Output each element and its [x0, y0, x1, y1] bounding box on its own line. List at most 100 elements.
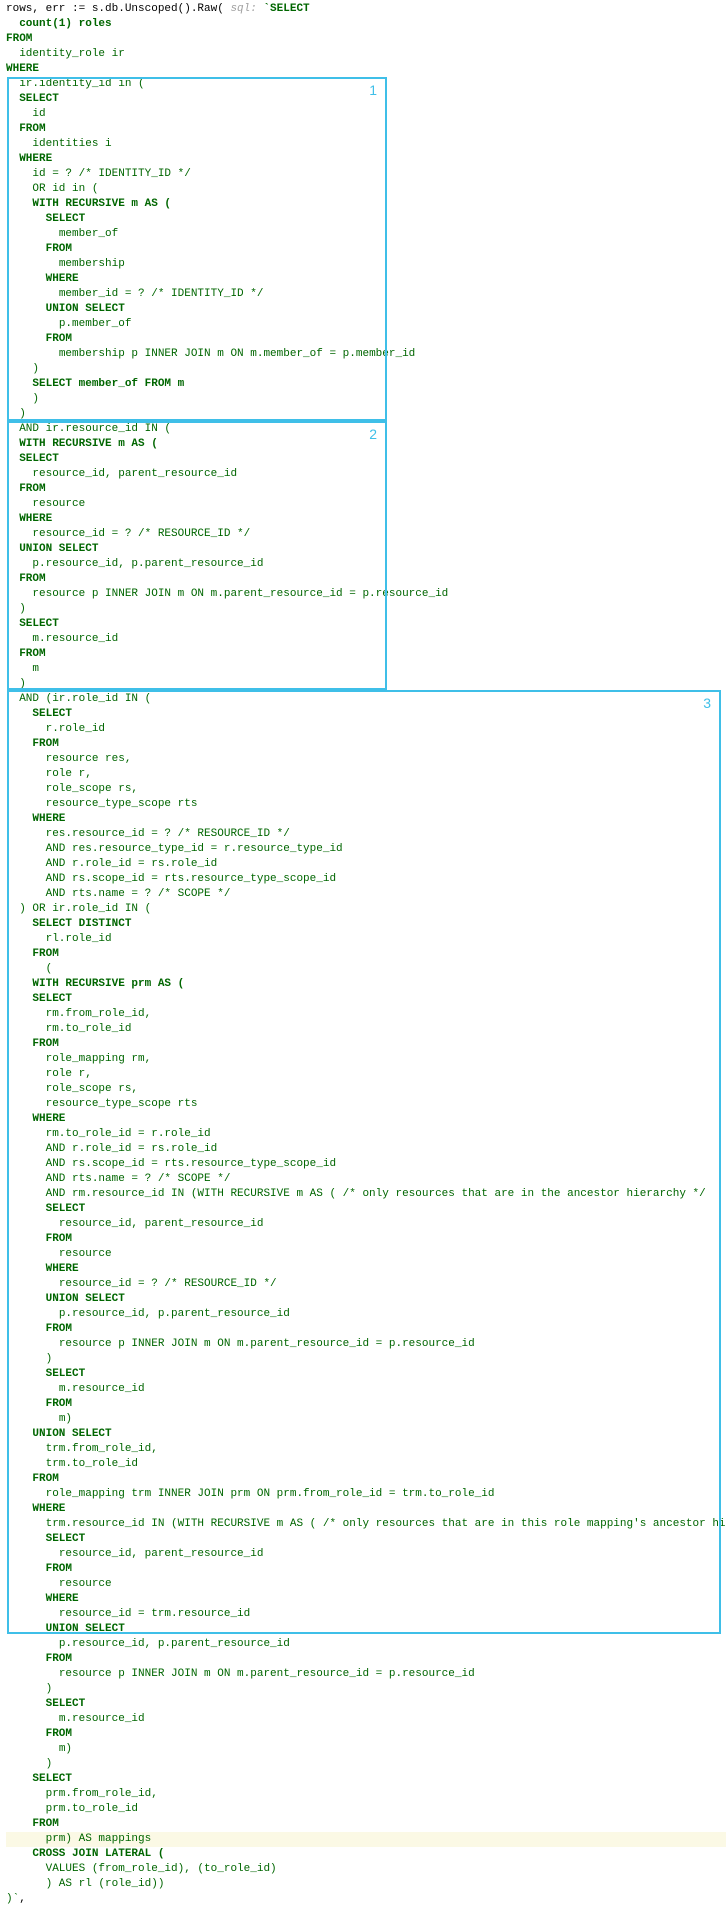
code-line[interactable]: AND res.resource_type_id = r.resource_ty… — [6, 842, 726, 857]
code-line[interactable]: AND rs.scope_id = rts.resource_type_scop… — [6, 1157, 726, 1172]
code-line[interactable]: ) — [6, 1757, 726, 1772]
code-line[interactable]: identities i — [6, 137, 726, 152]
code-line[interactable]: role_scope rs, — [6, 1082, 726, 1097]
code-line[interactable]: AND rts.name = ? /* SCOPE */ — [6, 887, 726, 902]
code-line[interactable]: trm.from_role_id, — [6, 1442, 726, 1457]
code-line[interactable]: FROM — [6, 1652, 726, 1667]
code-line[interactable]: resource_id, parent_resource_id — [6, 467, 726, 482]
code-line[interactable]: FROM — [6, 32, 726, 47]
code-line[interactable]: SELECT — [6, 1202, 726, 1217]
code-line[interactable]: VALUES (from_role_id), (to_role_id) — [6, 1862, 726, 1877]
code-line[interactable]: trm.to_role_id — [6, 1457, 726, 1472]
code-line[interactable]: member_id = ? /* IDENTITY_ID */ — [6, 287, 726, 302]
code-line[interactable]: UNION SELECT — [6, 1427, 726, 1442]
code-line[interactable]: AND ir.resource_id IN ( — [6, 422, 726, 437]
code-line[interactable]: SELECT — [6, 92, 726, 107]
code-line[interactable]: WITH RECURSIVE prm AS ( — [6, 977, 726, 992]
code-line[interactable]: p.resource_id, p.parent_resource_id — [6, 1637, 726, 1652]
code-line[interactable]: role r, — [6, 1067, 726, 1082]
code-line[interactable]: )`, — [6, 1892, 726, 1907]
code-line[interactable]: member_of — [6, 227, 726, 242]
code-line[interactable]: resource — [6, 1577, 726, 1592]
code-line[interactable]: FROM — [6, 122, 726, 137]
code-line[interactable]: resource_type_scope rts — [6, 1097, 726, 1112]
code-line[interactable]: prm.from_role_id, — [6, 1787, 726, 1802]
code-line[interactable]: FROM — [6, 332, 726, 347]
code-line[interactable]: resource_id, parent_resource_id — [6, 1217, 726, 1232]
code-line[interactable]: r.role_id — [6, 722, 726, 737]
code-line[interactable]: WHERE — [6, 1112, 726, 1127]
code-line[interactable]: resource p INNER JOIN m ON m.parent_reso… — [6, 1667, 726, 1682]
code-line[interactable]: role_mapping rm, — [6, 1052, 726, 1067]
code-editor[interactable]: rows, err := s.db.Unscoped().Raw( sql: `… — [6, 2, 726, 1907]
code-line[interactable]: rl.role_id — [6, 932, 726, 947]
code-line[interactable]: FROM — [6, 1322, 726, 1337]
code-line[interactable]: rm.from_role_id, — [6, 1007, 726, 1022]
code-line[interactable]: FROM — [6, 1817, 726, 1832]
code-line[interactable]: prm.to_role_id — [6, 1802, 726, 1817]
code-line[interactable]: WHERE — [6, 152, 726, 167]
code-line[interactable]: role_mapping trm INNER JOIN prm ON prm.f… — [6, 1487, 726, 1502]
code-line[interactable]: res.resource_id = ? /* RESOURCE_ID */ — [6, 827, 726, 842]
code-line[interactable]: resource_id = ? /* RESOURCE_ID */ — [6, 1277, 726, 1292]
code-line[interactable]: resource res, — [6, 752, 726, 767]
code-line[interactable]: FROM — [6, 1472, 726, 1487]
code-line[interactable]: FROM — [6, 1727, 726, 1742]
code-line[interactable]: FROM — [6, 1037, 726, 1052]
code-line[interactable]: FROM — [6, 947, 726, 962]
code-line[interactable]: m) — [6, 1412, 726, 1427]
code-line[interactable]: p.resource_id, p.parent_resource_id — [6, 557, 726, 572]
code-line[interactable]: UNION SELECT — [6, 1292, 726, 1307]
code-line[interactable]: role_scope rs, — [6, 782, 726, 797]
code-line[interactable]: rm.to_role_id — [6, 1022, 726, 1037]
code-line[interactable]: UNION SELECT — [6, 302, 726, 317]
code-line[interactable]: resource p INNER JOIN m ON m.parent_reso… — [6, 587, 726, 602]
code-line[interactable]: FROM — [6, 572, 726, 587]
code-line[interactable]: SELECT — [6, 707, 726, 722]
code-line[interactable]: FROM — [6, 1562, 726, 1577]
code-line[interactable]: trm.resource_id IN (WITH RECURSIVE m AS … — [6, 1517, 726, 1532]
code-line[interactable]: resource_id, parent_resource_id — [6, 1547, 726, 1562]
code-line[interactable]: FROM — [6, 242, 726, 257]
code-line[interactable]: FROM — [6, 482, 726, 497]
code-line[interactable]: FROM — [6, 647, 726, 662]
code-line[interactable]: WHERE — [6, 1592, 726, 1607]
code-line[interactable]: id = ? /* IDENTITY_ID */ — [6, 167, 726, 182]
code-line[interactable]: AND rts.name = ? /* SCOPE */ — [6, 1172, 726, 1187]
code-line[interactable]: resource — [6, 1247, 726, 1262]
code-line[interactable]: AND r.role_id = rs.role_id — [6, 1142, 726, 1157]
code-line[interactable]: UNION SELECT — [6, 1622, 726, 1637]
code-line[interactable]: m.resource_id — [6, 632, 726, 647]
code-line[interactable]: identity_role ir — [6, 47, 726, 62]
code-line[interactable]: m) — [6, 1742, 726, 1757]
code-line[interactable]: WITH RECURSIVE m AS ( — [6, 437, 726, 452]
code-line[interactable]: AND rm.resource_id IN (WITH RECURSIVE m … — [6, 1187, 726, 1202]
code-line[interactable]: prm) AS mappings — [6, 1832, 726, 1847]
code-line[interactable]: ) — [6, 1682, 726, 1697]
code-line[interactable]: WHERE — [6, 62, 726, 77]
code-line[interactable]: WHERE — [6, 512, 726, 527]
code-line[interactable]: ) AS rl (role_id)) — [6, 1877, 726, 1892]
code-line[interactable]: ( — [6, 962, 726, 977]
code-line[interactable]: membership p INNER JOIN m ON m.member_of… — [6, 347, 726, 362]
code-line[interactable]: AND (ir.role_id IN ( — [6, 692, 726, 707]
code-line[interactable]: WHERE — [6, 1502, 726, 1517]
code-line[interactable]: WITH RECURSIVE m AS ( — [6, 197, 726, 212]
code-line[interactable]: AND r.role_id = rs.role_id — [6, 857, 726, 872]
code-line[interactable]: SELECT — [6, 1697, 726, 1712]
code-line[interactable]: SELECT — [6, 1772, 726, 1787]
code-line[interactable]: WHERE — [6, 812, 726, 827]
code-line[interactable]: resource — [6, 497, 726, 512]
code-line[interactable]: SELECT — [6, 1532, 726, 1547]
code-line[interactable]: resource p INNER JOIN m ON m.parent_reso… — [6, 1337, 726, 1352]
code-line[interactable]: id — [6, 107, 726, 122]
code-line[interactable]: ) — [6, 407, 726, 422]
code-line[interactable]: p.member_of — [6, 317, 726, 332]
code-line[interactable]: AND rs.scope_id = rts.resource_type_scop… — [6, 872, 726, 887]
code-line[interactable]: p.resource_id, p.parent_resource_id — [6, 1307, 726, 1322]
code-line[interactable]: resource_type_scope rts — [6, 797, 726, 812]
code-line[interactable]: ) — [6, 1352, 726, 1367]
code-line[interactable]: FROM — [6, 1397, 726, 1412]
code-line[interactable]: WHERE — [6, 272, 726, 287]
code-line[interactable]: ) — [6, 602, 726, 617]
